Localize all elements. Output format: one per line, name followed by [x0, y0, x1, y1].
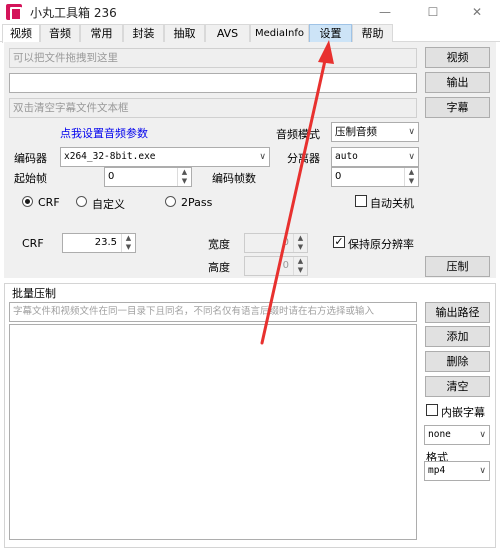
width-label: 宽度: [208, 238, 230, 251]
start-frame-spinner[interactable]: 0 ▲ ▼: [104, 167, 192, 187]
maximize-button[interactable]: ☐: [410, 0, 456, 24]
tab-extract[interactable]: 抽取: [164, 24, 205, 42]
spinner-arrows-icon[interactable]: ▲ ▼: [404, 168, 418, 186]
audio-settings-link[interactable]: 点我设置音频参数: [60, 125, 148, 141]
splitter-select[interactable]: auto ∨: [331, 147, 419, 167]
video-file-field[interactable]: 可以把文件拖拽到这里: [9, 48, 417, 68]
spinner-arrows-icon: ▲ ▼: [293, 234, 307, 252]
start-frame-value: 0: [108, 171, 115, 182]
compress-button[interactable]: 压制: [425, 256, 490, 277]
encoder-label: 编码器: [14, 152, 47, 165]
start-frame-label: 起始帧: [14, 172, 47, 185]
chevron-down-icon: ∨: [408, 152, 415, 162]
radio-2pass[interactable]: [165, 196, 176, 207]
app-icon: [6, 4, 22, 21]
crf-label: CRF: [22, 237, 44, 250]
radio-2pass-label: 2Pass: [181, 196, 213, 209]
tab-common[interactable]: 常用: [80, 24, 123, 42]
tab-mediainfo[interactable]: MediaInfo: [250, 24, 309, 42]
delete-button[interactable]: 删除: [425, 351, 490, 372]
tab-audio[interactable]: 音频: [40, 24, 80, 42]
subtitle-field[interactable]: 双击清空字幕文件文本框: [9, 98, 417, 118]
tab-avs[interactable]: AVS: [205, 24, 250, 42]
tab-strip: 视频 音频 常用 封装 抽取 AVS MediaInfo 设置 帮助: [0, 24, 500, 43]
output-path-button[interactable]: 输出路径: [425, 302, 490, 323]
height-value: 0: [282, 260, 289, 271]
width-value: 0: [282, 237, 289, 248]
radio-custom-label: 自定义: [92, 198, 125, 211]
splitter-label: 分离器: [287, 152, 320, 165]
encoder-select[interactable]: x264_32-8bit.exe ∨: [60, 147, 270, 167]
chevron-down-icon: ∨: [479, 430, 486, 440]
auto-shutdown-label: 自动关机: [370, 197, 414, 210]
encode-frames-spinner[interactable]: 0 ▲ ▼: [331, 167, 419, 187]
encode-frames-label: 编码帧数: [212, 172, 256, 185]
add-button[interactable]: 添加: [425, 326, 490, 347]
width-spinner: 0 ▲ ▼: [244, 233, 308, 253]
spinner-arrows-icon[interactable]: ▲ ▼: [121, 234, 135, 252]
batch-file-list[interactable]: [9, 324, 417, 540]
tab-help[interactable]: 帮助: [352, 24, 393, 42]
height-spinner: 0 ▲ ▼: [244, 256, 308, 276]
spinner-arrows-icon: ▲ ▼: [293, 257, 307, 275]
keep-resolution-checkbox[interactable]: ✓: [333, 236, 345, 248]
subtitle-lang-select[interactable]: none ∨: [424, 425, 490, 445]
radio-custom[interactable]: [76, 196, 87, 207]
tab-video[interactable]: 视频: [2, 24, 40, 43]
chevron-down-icon: ∨: [408, 127, 415, 137]
minimize-button[interactable]: —: [362, 0, 408, 24]
video-button[interactable]: 视频: [425, 47, 490, 68]
clear-button[interactable]: 清空: [425, 376, 490, 397]
batch-hint-field[interactable]: 字幕文件和视频文件在同一目录下且同名，不同名仅有语言后缀时请在右方选择或输入: [9, 302, 417, 322]
embed-subtitle-label: 内嵌字幕: [441, 406, 485, 419]
audio-mode-label: 音频模式: [276, 128, 320, 141]
subtitle-lang-value: none: [428, 429, 451, 440]
crf-spinner[interactable]: 23.5 ▲ ▼: [62, 233, 136, 253]
crf-value: 23.5: [94, 237, 117, 248]
format-select[interactable]: mp4 ∨: [424, 461, 490, 481]
chevron-down-icon: ∨: [259, 152, 266, 162]
radio-crf[interactable]: [22, 196, 33, 207]
keep-resolution-label: 保持原分辨率: [348, 238, 414, 251]
splitter-value: auto: [335, 151, 358, 162]
spinner-arrows-icon[interactable]: ▲ ▼: [177, 168, 191, 186]
subtitle-button[interactable]: 字幕: [425, 97, 490, 118]
close-button[interactable]: ✕: [454, 0, 500, 24]
encoder-value: x264_32-8bit.exe: [64, 151, 156, 162]
output-button[interactable]: 输出: [425, 72, 490, 93]
encode-frames-value: 0: [335, 171, 342, 182]
height-label: 高度: [208, 261, 230, 274]
batch-title: 批量压制: [10, 285, 58, 301]
embed-subtitle-checkbox[interactable]: [426, 404, 438, 416]
tab-mux[interactable]: 封装: [123, 24, 164, 42]
tab-settings[interactable]: 设置: [309, 24, 352, 42]
auto-shutdown-checkbox[interactable]: [355, 195, 367, 207]
audio-mode-select[interactable]: 压制音频 ∨: [331, 122, 419, 142]
format-value: mp4: [428, 465, 446, 476]
audio-mode-value: 压制音频: [335, 126, 377, 138]
window-title: 小丸工具箱 236: [30, 6, 117, 20]
radio-crf-label: CRF: [38, 196, 60, 209]
output-field[interactable]: [9, 73, 417, 93]
chevron-down-icon: ∨: [479, 466, 486, 476]
